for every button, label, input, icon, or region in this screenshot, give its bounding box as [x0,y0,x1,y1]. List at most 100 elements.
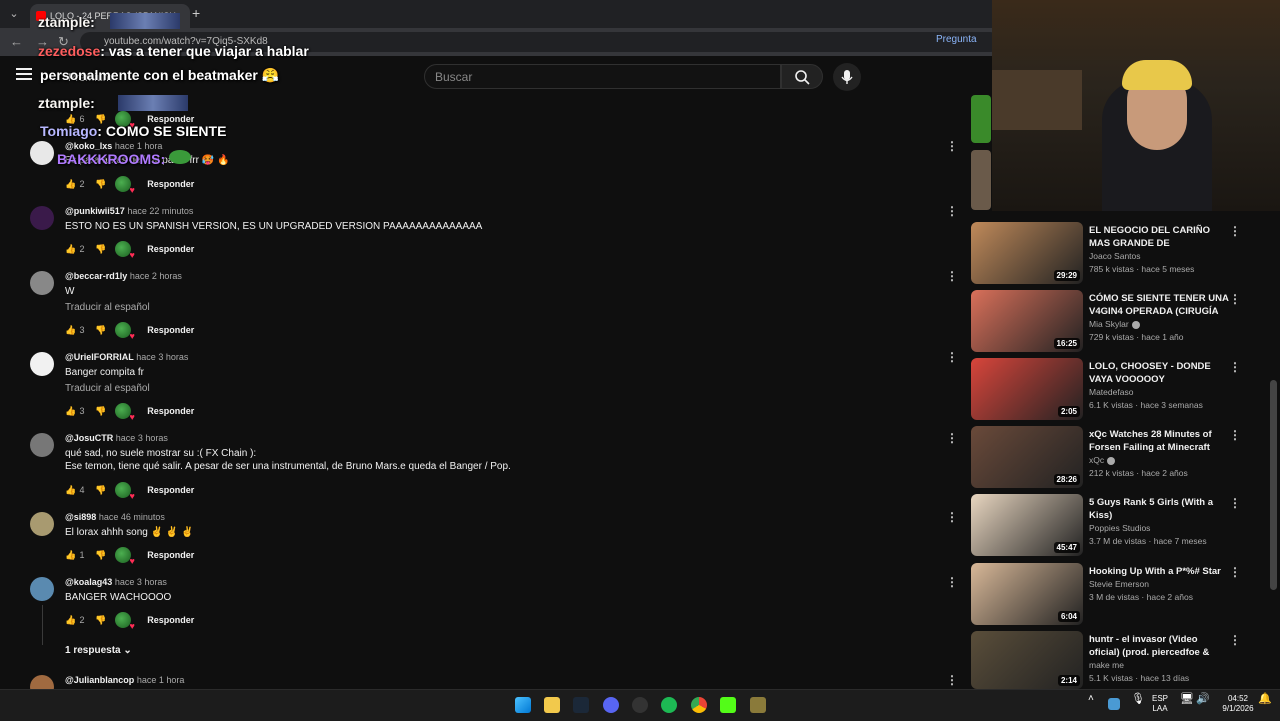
start-windows-icon[interactable] [515,697,531,713]
search-button[interactable] [781,64,823,89]
dislike-icon[interactable]: 👎 [95,615,106,626]
tray-app-icon[interactable] [1108,698,1120,710]
video-title[interactable]: Hooking Up With a P*%# Star [1089,565,1229,578]
sidebar-scrollbar[interactable] [1270,380,1277,590]
tray-chevron-icon[interactable]: ˄ [1088,694,1094,704]
comment-menu-icon[interactable]: ⋮ [946,510,958,524]
video-menu-icon[interactable]: ⋮ [1229,292,1241,306]
translate-link[interactable]: Traducir al español [65,383,150,394]
discord-icon[interactable] [603,697,619,713]
comment-menu-icon[interactable]: ⋮ [946,204,958,218]
dislike-icon[interactable]: 👎 [95,179,106,190]
dislike-icon[interactable]: 👎 [95,550,106,561]
comment-author[interactable]: @beccar-rd1ly [65,271,127,281]
recommended-video[interactable]: 2:14 huntr - el invasor (Video oficial) … [971,631,1271,689]
avatar[interactable] [30,352,54,376]
channel-name[interactable]: Poppies Studios [1089,523,1150,533]
channel-name[interactable]: Joaco Santos [1089,251,1141,261]
channel-name[interactable]: Mia Skylar [1089,319,1140,329]
file-explorer-icon[interactable] [544,697,560,713]
comment-author[interactable]: @Julianblancop [65,675,134,685]
comment-menu-icon[interactable]: ⋮ [946,431,958,445]
pregunta-button[interactable]: Pregunta [936,34,977,45]
hamburger-menu-icon[interactable] [16,68,32,80]
video-title[interactable]: xQc Watches 28 Minutes of Forsen Failing… [1089,428,1229,454]
reply-button[interactable]: Responder [147,325,194,335]
recommended-video[interactable]: 6:04 Hooking Up With a P*%# Star Stevie … [971,563,1271,627]
video-title[interactable]: LOLO, CHOOSEY - DONDE VAYA VOOOOOY [1089,360,1229,386]
comment-menu-icon[interactable]: ⋮ [946,350,958,364]
dislike-icon[interactable]: 👎 [95,325,106,336]
channel-name[interactable]: xQc [1089,455,1116,465]
comment-menu-icon[interactable]: ⋮ [946,673,958,687]
microphone-tray-icon[interactable]: 🎙 [1131,694,1145,705]
video-menu-icon[interactable]: ⋮ [1229,360,1241,374]
reply-button[interactable]: Responder [147,485,194,495]
comment-author[interactable]: @UrielFORRIAL [65,352,134,362]
language-indicator[interactable]: ESP LAA [1152,694,1168,714]
reply-button[interactable]: Responder [147,244,194,254]
reply-button[interactable]: Responder [147,406,194,416]
comment-time[interactable]: hace 3 horas [136,352,188,362]
voice-search-button[interactable] [833,63,861,91]
avatar[interactable] [30,206,54,230]
video-menu-icon[interactable]: ⋮ [1229,633,1241,647]
like-icon[interactable]: 👍 [65,325,77,336]
comment-menu-icon[interactable]: ⋮ [946,269,958,283]
like-icon[interactable]: 👍 [65,550,77,561]
kick-icon[interactable] [720,697,736,713]
reply-button[interactable]: Responder [147,550,194,560]
clock[interactable]: 04:52 9/1/2026 [1218,694,1258,714]
comment-time[interactable]: hace 1 hora [137,675,185,685]
translate-link[interactable]: Traducir al español [65,302,150,313]
new-tab-plus-icon[interactable]: + [192,5,200,21]
recommended-video[interactable]: 16:25 CÓMO SE SIENTE TENER UNA V4GIN4 OP… [971,290,1271,354]
video-title[interactable]: EL NEGOCIO DEL CARIÑO MAS GRANDE DE LATI… [1089,224,1229,250]
dislike-icon[interactable]: 👎 [95,485,106,496]
comment-menu-icon[interactable]: ⋮ [946,575,958,589]
video-thumbnail[interactable]: 16:25 [971,290,1083,352]
comment-author[interactable]: @JosuCTR [65,433,113,443]
video-title[interactable]: huntr - el invasor (Video oficial) (prod… [1089,633,1229,659]
avatar[interactable] [30,577,54,601]
video-title[interactable]: 5 Guys Rank 5 Girls (With a Kiss) [1089,496,1229,522]
app-icon[interactable] [750,697,766,713]
comment-time[interactable]: hace 46 minutos [99,512,165,522]
like-icon[interactable]: 👍 [65,406,77,417]
dislike-icon[interactable]: 👎 [95,244,106,255]
comment-time[interactable]: hace 22 minutos [127,206,193,216]
comment-time[interactable]: hace 3 horas [115,577,167,587]
comment-author[interactable]: @si898 [65,512,96,522]
like-icon[interactable]: 👍 [65,615,77,626]
recommended-video[interactable]: 29:29 EL NEGOCIO DEL CARIÑO MAS GRANDE D… [971,222,1271,286]
avatar[interactable] [30,271,54,295]
video-thumbnail[interactable]: 29:29 [971,222,1083,284]
chrome-icon[interactable] [691,697,707,713]
reply-button[interactable]: Responder [147,179,194,189]
reply-button[interactable]: Responder [147,615,194,625]
video-menu-icon[interactable]: ⋮ [1229,428,1241,442]
video-menu-icon[interactable]: ⋮ [1229,496,1241,510]
notification-bell-icon[interactable]: 🔔 [1258,694,1272,705]
recommended-video[interactable]: 28:26 xQc Watches 28 Minutes of Forsen F… [971,426,1271,490]
avatar[interactable] [30,433,54,457]
video-menu-icon[interactable]: ⋮ [1229,565,1241,579]
dislike-icon[interactable]: 👎 [95,406,106,417]
spotify-icon[interactable] [661,697,677,713]
volume-icon[interactable]: 🔊 [1196,694,1210,705]
comment-author[interactable]: @punkiwii517 [65,206,125,216]
channel-name[interactable]: Matedefaso [1089,387,1133,397]
tab-list-chevron-icon[interactable]: ⌄ [6,6,22,22]
search-input[interactable]: Buscar [424,64,781,89]
avatar[interactable] [30,141,54,165]
video-thumbnail[interactable]: 6:04 [971,563,1083,625]
network-icon[interactable]: 🖥 [1180,694,1194,705]
channel-name[interactable]: make me [1089,660,1124,670]
video-thumbnail[interactable]: 2:05 [971,358,1083,420]
video-title[interactable]: CÓMO SE SIENTE TENER UNA V4GIN4 OPERADA … [1089,292,1229,318]
show-replies-button[interactable]: 1 respuesta ⌄ [65,645,132,656]
recommended-video[interactable]: 2:05 LOLO, CHOOSEY - DONDE VAYA VOOOOOY … [971,358,1271,422]
video-menu-icon[interactable]: ⋮ [1229,224,1241,238]
recommended-video[interactable]: 45:47 5 Guys Rank 5 Girls (With a Kiss) … [971,494,1271,558]
like-icon[interactable]: 👍 [65,485,77,496]
